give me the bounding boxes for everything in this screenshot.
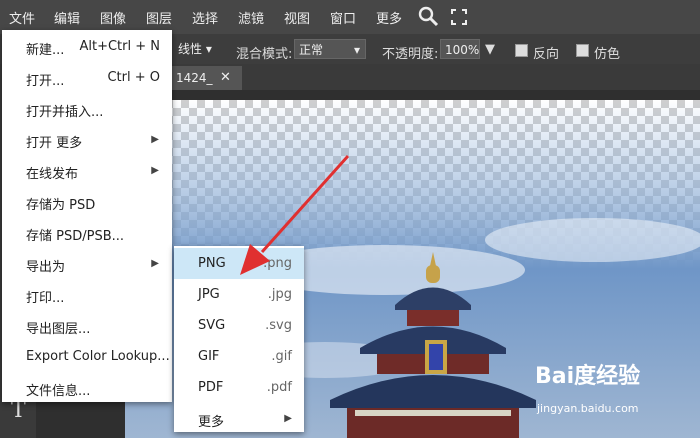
watermark-url: jingyan.baidu.com xyxy=(537,402,639,415)
watermark-brand: Bai度经验 xyxy=(535,364,641,389)
